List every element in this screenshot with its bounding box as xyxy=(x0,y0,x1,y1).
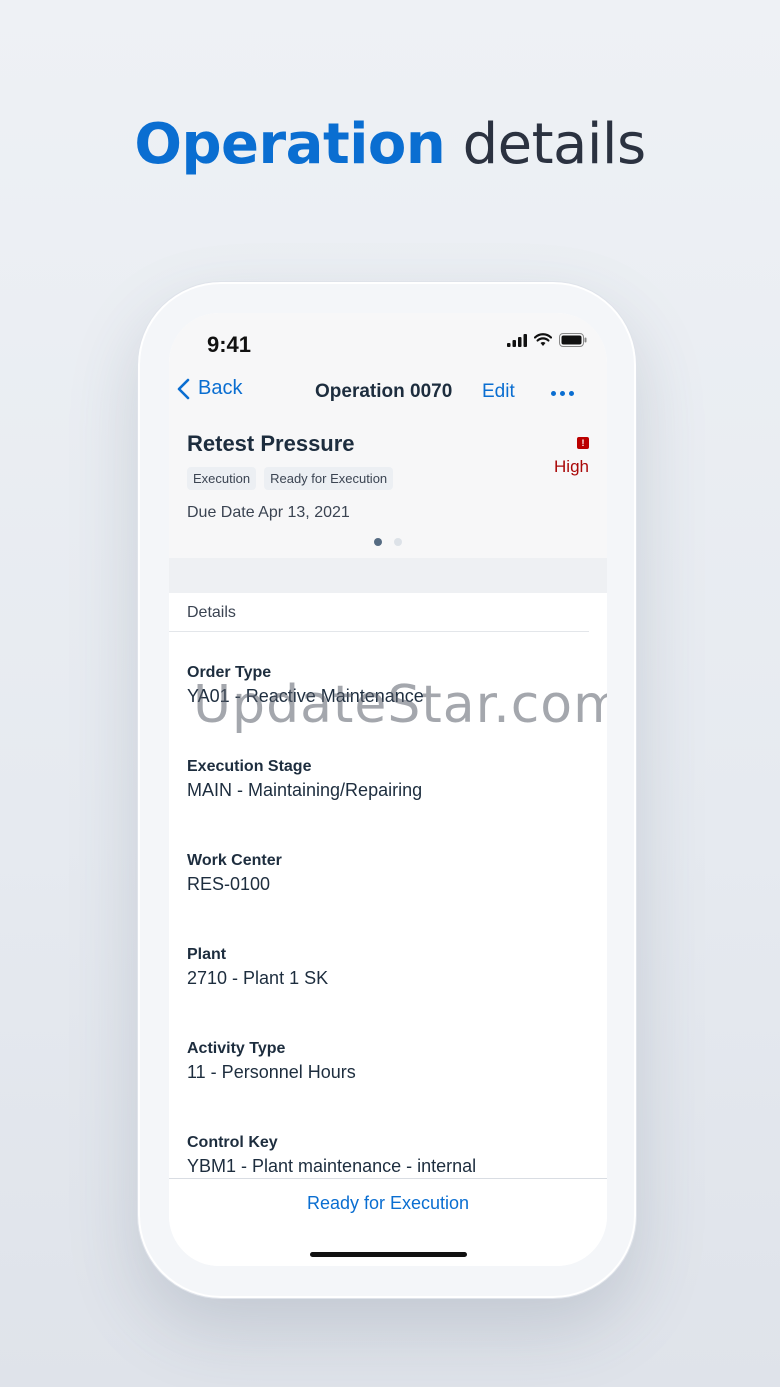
tag-execution: Execution xyxy=(187,467,257,490)
phone-screen: 9:41 Back Operation 0070 Edit Retest Pre… xyxy=(169,313,607,1266)
field-value: YA01 - Reactive Maintenance xyxy=(187,686,424,706)
object-header: Retest Pressure Execution Ready for Exec… xyxy=(169,421,607,558)
navigation-bar: Back Operation 0070 Edit xyxy=(169,363,607,421)
field-value: 11 - Personnel Hours xyxy=(187,1062,356,1082)
priority-indicator: ! High xyxy=(554,433,589,477)
tag-ready-for-execution: Ready for Execution xyxy=(264,467,394,490)
section-separator xyxy=(169,558,607,593)
priority-label: High xyxy=(554,457,589,476)
nav-title: Operation 0070 xyxy=(315,381,453,402)
headline-accent: Operation xyxy=(134,112,446,177)
status-bar: 9:41 xyxy=(169,313,607,363)
field-label: Plant xyxy=(187,946,227,963)
page-dot-active[interactable] xyxy=(374,538,382,546)
field-label: Work Center xyxy=(187,852,282,869)
field-label: Order Type xyxy=(187,664,272,681)
headline-rest: details xyxy=(462,112,647,177)
field-value: 2710 - Plant 1 SK xyxy=(187,968,329,988)
page-indicator[interactable] xyxy=(374,538,402,546)
battery-icon xyxy=(559,333,587,347)
page-headline: Operation details xyxy=(0,112,780,177)
due-date: Due Date Apr 13, 2021 xyxy=(187,504,350,521)
back-button[interactable]: Back xyxy=(177,377,242,400)
ready-for-execution-button[interactable]: Ready for Execution xyxy=(169,1193,607,1214)
field-label: Execution Stage xyxy=(187,758,312,775)
field-order-type: Order Type YA01 - Reactive Maintenance xyxy=(187,664,424,707)
home-indicator[interactable] xyxy=(310,1252,467,1257)
field-control-key: Control Key YBM1 - Plant maintenance - i… xyxy=(187,1134,476,1177)
cellular-signal-icon xyxy=(507,333,527,347)
field-label: Activity Type xyxy=(187,1040,286,1057)
field-work-center: Work Center RES-0100 xyxy=(187,852,282,895)
more-options-icon[interactable] xyxy=(551,383,579,403)
field-execution-stage: Execution Stage MAIN - Maintaining/Repai… xyxy=(187,758,422,801)
field-plant: Plant 2710 - Plant 1 SK xyxy=(187,946,328,989)
status-tags: Execution Ready for Execution xyxy=(187,467,394,490)
details-section-header: Details xyxy=(169,593,607,633)
chevron-left-icon xyxy=(177,378,190,399)
field-value: RES-0100 xyxy=(187,874,271,894)
footer-toolbar: Ready for Execution xyxy=(169,1178,607,1266)
operation-title: Retest Pressure xyxy=(187,431,355,456)
field-value: MAIN - Maintaining/Repairing xyxy=(187,780,423,800)
wifi-icon xyxy=(534,333,552,346)
back-label: Back xyxy=(198,377,243,399)
priority-alert-icon: ! xyxy=(577,437,589,449)
page-dot-inactive[interactable] xyxy=(394,538,402,546)
details-label: Details xyxy=(187,604,236,621)
divider xyxy=(169,631,589,632)
field-value: YBM1 - Plant maintenance - internal xyxy=(187,1156,477,1176)
status-icons xyxy=(507,333,587,347)
field-activity-type: Activity Type 11 - Personnel Hours xyxy=(187,1040,356,1083)
field-label: Control Key xyxy=(187,1134,278,1151)
status-time: 9:41 xyxy=(207,332,252,357)
edit-button[interactable]: Edit xyxy=(482,381,515,403)
